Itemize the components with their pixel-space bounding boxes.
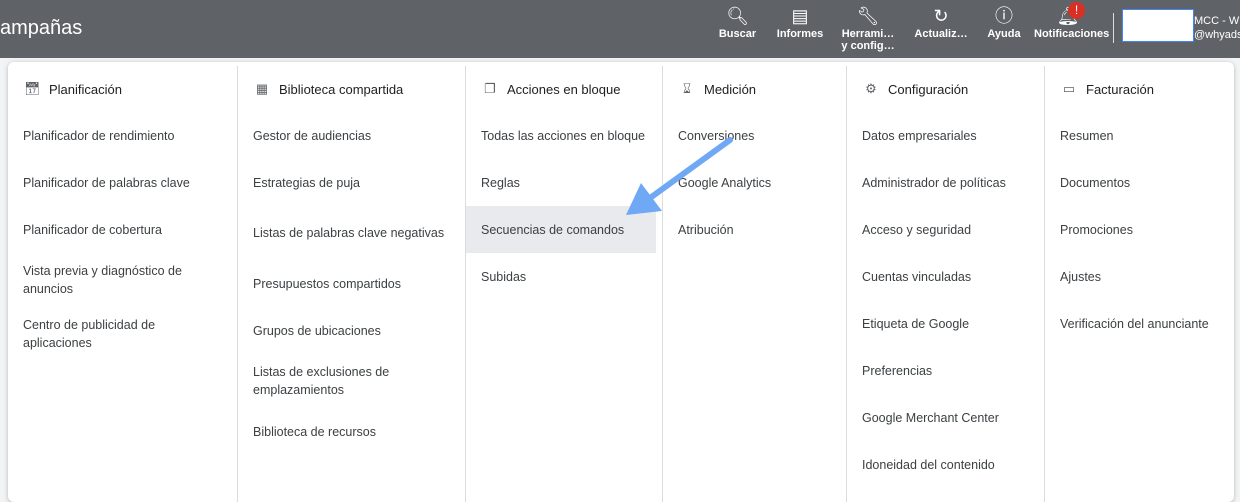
settings-icon: ⚙︎: [865, 81, 877, 96]
menu-item[interactable]: Preferencias: [847, 347, 1038, 394]
menu-item[interactable]: Conversiones: [663, 112, 840, 159]
bell-icon: 🔔︎!: [1034, 2, 1102, 28]
help-button[interactable]: ⓘ Ayuda: [984, 6, 1024, 40]
account-selector[interactable]: [1122, 9, 1194, 42]
menu-item[interactable]: Planificador de rendimiento: [8, 112, 231, 159]
menu-column-5: ▭ Facturación Resumen Documentos Promociones…: [1044, 66, 1234, 502]
menu-item[interactable]: Subidas: [466, 253, 656, 300]
menu-item[interactable]: Listas de exclusiones de emplazamientos: [238, 354, 459, 408]
page-title: ampañas: [0, 17, 83, 39]
tools-button[interactable]: 🔧︎ Herrami… y config…: [840, 6, 896, 52]
refresh-icon: ↻: [933, 6, 949, 26]
search-icon: 🔍︎: [726, 6, 749, 26]
menu-item[interactable]: Todas las acciones en bloque: [466, 112, 656, 159]
menu-item[interactable]: Centro de publicidad de aplicaciones: [8, 307, 231, 361]
menu-item[interactable]: Ajustes: [1045, 253, 1228, 300]
menu-item[interactable]: Documentos: [1045, 159, 1228, 206]
bar-chart-icon: ▤: [791, 6, 809, 26]
menu-item[interactable]: Atribución: [663, 206, 840, 253]
menu-item[interactable]: Cuentas vinculadas: [847, 253, 1038, 300]
menu-item[interactable]: Secuencias de comandos: [466, 206, 656, 253]
menu-column-2: ❐ Acciones en bloque Todas las acciones en…: [465, 66, 662, 502]
column-header: ❐ Acciones en bloque: [466, 66, 662, 112]
menu-item[interactable]: Estrategias de puja: [238, 159, 459, 206]
column-header: ▭ Facturación: [1062, 81, 1154, 97]
notifications-button[interactable]: 🔔︎! Notificaciones: [1034, 2, 1109, 40]
credit-card-icon: ▭: [1062, 81, 1076, 96]
menu-column-1: ▦ Biblioteca compartida Gestor de audienci…: [237, 66, 465, 502]
menu-column-3: ⌛︎ Medición Conversiones Google Analytics At…: [662, 66, 846, 502]
menu-item[interactable]: Google Merchant Center: [847, 394, 1038, 441]
notification-badge: !: [1068, 2, 1085, 19]
column-header: ⌛︎ Medición: [663, 66, 846, 112]
menu-item[interactable]: Idoneidad del contenido: [847, 441, 1038, 488]
divider: [1113, 13, 1114, 43]
menu-column-0: 📅︎ Planificación Planificador de rendimien…: [8, 66, 237, 502]
menu-item[interactable]: Listas de palabras clave negativas: [238, 206, 459, 260]
reports-button[interactable]: ▤ Informes: [774, 6, 826, 40]
column-header: 📅︎ Planificación: [24, 81, 122, 97]
menu-item[interactable]: Verificación del anunciante: [1045, 300, 1228, 347]
search-button[interactable]: 🔍︎ Buscar: [715, 6, 760, 40]
menu-item[interactable]: Etiqueta de Google: [847, 300, 1038, 347]
help-icon: ⓘ: [995, 6, 1013, 26]
menu-item[interactable]: Grupos de ubicaciones: [238, 307, 459, 354]
menu-item[interactable]: Acceso y seguridad: [847, 206, 1038, 253]
hourglass-icon: ⌛︎: [682, 81, 692, 96]
wrench-icon: 🔧︎: [856, 6, 880, 26]
menu-item[interactable]: Google Analytics: [663, 159, 840, 206]
column-header: ⚙︎ Configuración: [847, 66, 1044, 112]
menu-item[interactable]: Vista previa y diagnóstico de anuncios: [8, 253, 231, 307]
copy-icon: ❐: [484, 81, 496, 96]
menu-item[interactable]: Presupuestos compartidos: [238, 260, 459, 307]
menu-item[interactable]: Gestor de audiencias: [238, 112, 459, 159]
account-info[interactable]: MCC - W@whyadsm: [1194, 14, 1240, 42]
menu-item[interactable]: Promociones: [1045, 206, 1228, 253]
library-icon: ▦: [255, 81, 269, 96]
menu-item[interactable]: Reglas: [466, 159, 656, 206]
menu-item[interactable]: Resumen: [1045, 112, 1228, 159]
top-bar: ampañas 🔍︎ Buscar ▤ Informes 🔧︎ Herrami… y …: [0, 0, 1240, 58]
menu-item[interactable]: Planificador de cobertura: [8, 206, 231, 253]
menu-column-4: ⚙︎ Configuración Datos empresariales Admini…: [846, 66, 1044, 502]
menu-item[interactable]: Datos empresariales: [847, 112, 1038, 159]
menu-item[interactable]: Planificador de palabras clave: [8, 159, 231, 206]
tools-menu: 📅︎ Planificación Planificador de rendimien…: [8, 62, 1234, 502]
calendar-icon: 📅︎: [24, 81, 41, 96]
menu-item[interactable]: Administrador de políticas: [847, 159, 1038, 206]
column-header: ▦ Biblioteca compartida: [255, 81, 404, 97]
menu-item[interactable]: Biblioteca de recursos: [238, 408, 459, 455]
refresh-button[interactable]: ↻ Actualiz…: [912, 6, 970, 40]
